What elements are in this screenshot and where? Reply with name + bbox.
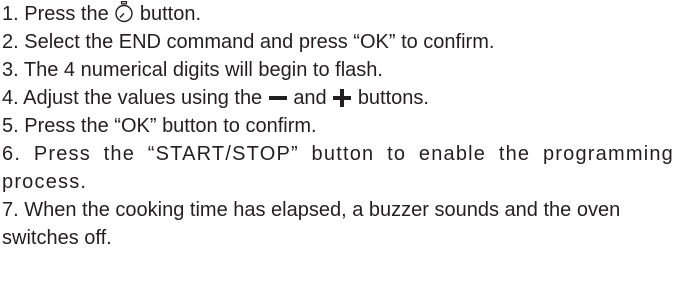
step-number: 1.: [2, 3, 19, 25]
step-text: When the cooking time has elapsed, a buz…: [2, 199, 621, 249]
step-7: 7. When the cooking time has elapsed, a …: [2, 196, 674, 252]
step-1: 1. Press the button.: [2, 0, 674, 28]
step-number: 6.: [2, 143, 22, 165]
step-text: Press the: [24, 3, 109, 25]
step-4: 4. Adjust the values using the and butto…: [2, 84, 674, 112]
step-text: The 4 numerical digits will begin to fla…: [23, 59, 383, 81]
step-text: Press the “OK” button to confirm.: [24, 115, 317, 137]
minus-icon: [268, 89, 288, 107]
step-5: 5. Press the “OK” button to confirm.: [2, 112, 674, 140]
step-2: 2. Select the END command and press “OK”…: [2, 28, 674, 56]
step-text: Adjust the values using the: [23, 87, 263, 109]
step-number: 7.: [2, 199, 19, 221]
instruction-list: 1. Press the button. 2. Select the END c…: [2, 0, 674, 252]
step-number: 2.: [2, 31, 19, 53]
timer-icon: [114, 1, 134, 23]
step-text: buttons.: [357, 87, 429, 109]
step-number: 4.: [2, 87, 19, 109]
step-text: Press the “START/STOP” button to enable …: [2, 143, 674, 193]
step-3: 3. The 4 numerical digits will begin to …: [2, 56, 674, 84]
step-number: 3.: [2, 59, 19, 81]
step-text: and: [293, 87, 327, 109]
plus-icon: [332, 89, 352, 107]
step-number: 5.: [2, 115, 19, 137]
step-text: button.: [139, 3, 202, 25]
step-text: Select the END command and press “OK” to…: [24, 31, 495, 53]
step-6: 6. Press the “START/STOP” button to enab…: [2, 140, 674, 196]
